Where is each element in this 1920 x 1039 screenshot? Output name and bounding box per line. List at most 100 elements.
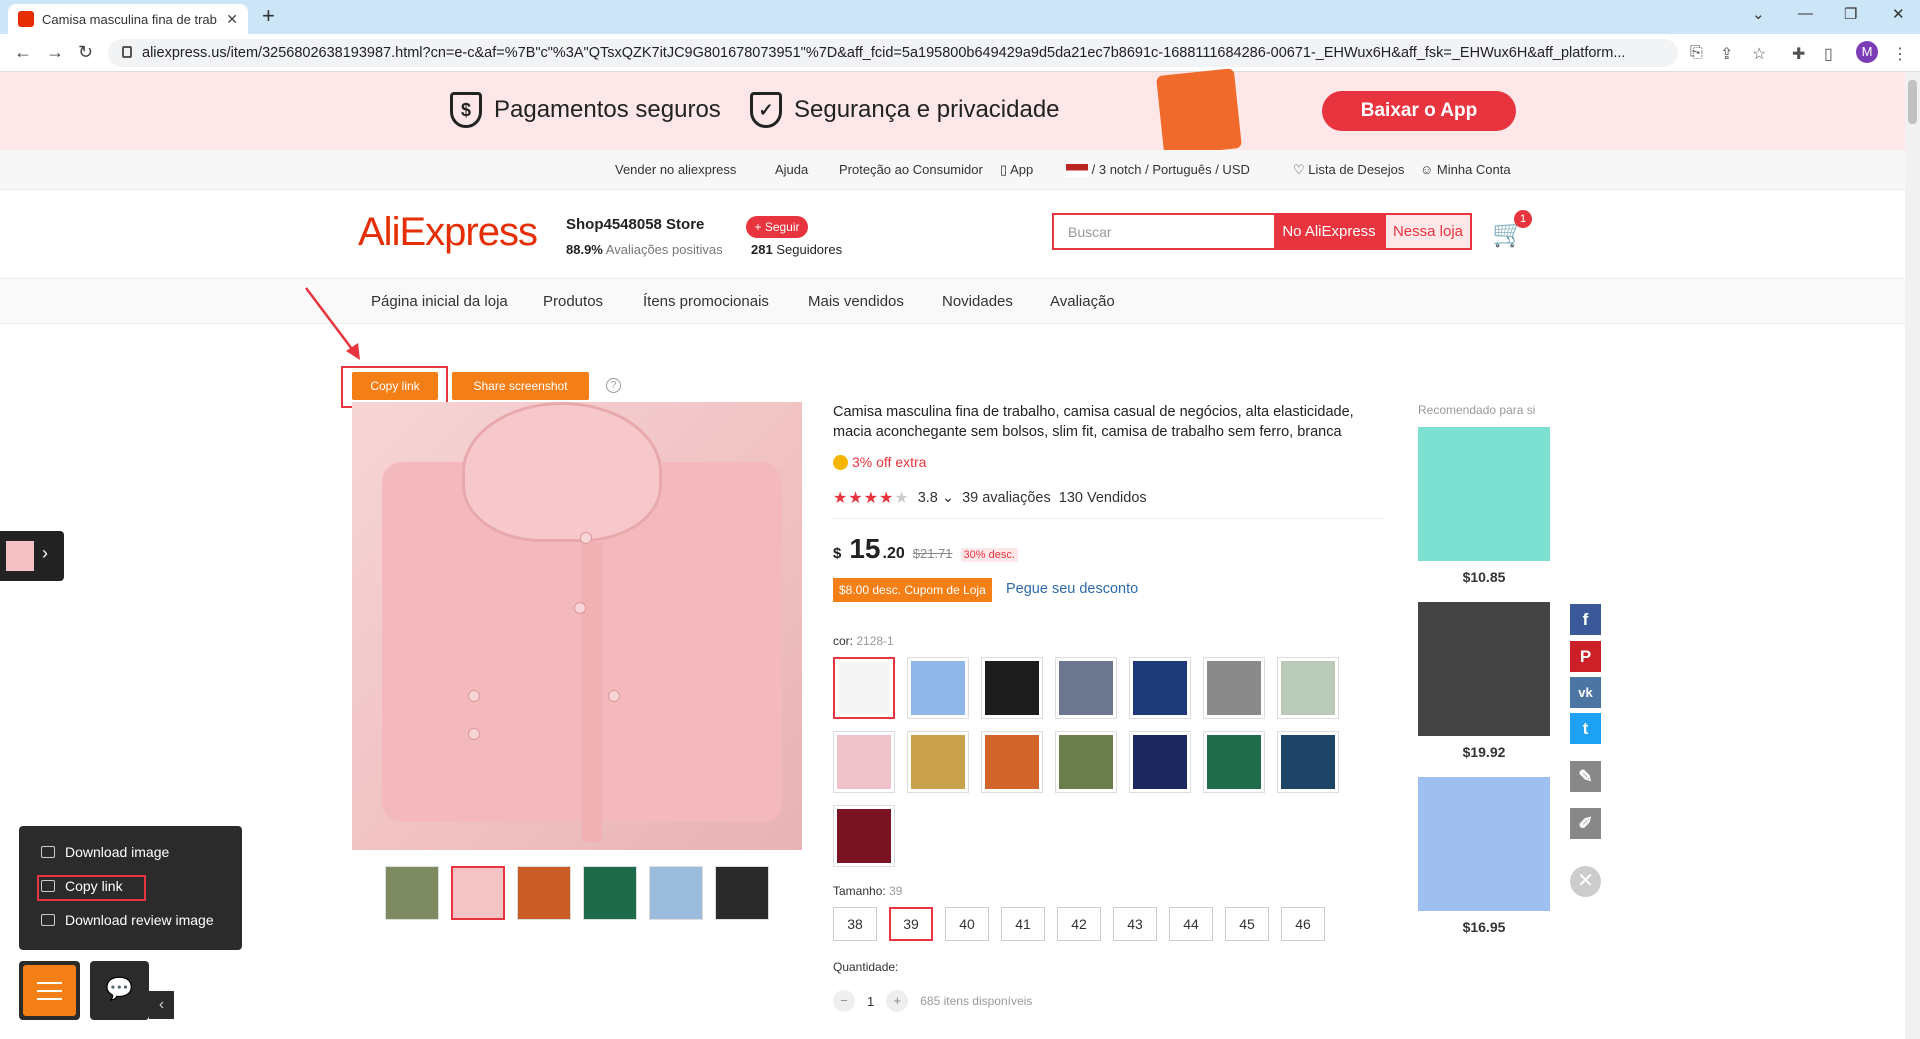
- sidepanel-icon[interactable]: ▯: [1824, 44, 1833, 64]
- main-product-image[interactable]: [352, 402, 802, 850]
- store-name[interactable]: Shop4548058 Store: [566, 216, 704, 233]
- size-option[interactable]: 40: [945, 907, 989, 941]
- color-swatch[interactable]: [1129, 657, 1191, 719]
- nav-store-home[interactable]: Página inicial da loja: [371, 293, 508, 310]
- search-input[interactable]: Buscar: [1052, 213, 1274, 250]
- color-swatch[interactable]: [833, 657, 895, 719]
- app-link[interactable]: ▯ App: [1000, 162, 1033, 178]
- size-option[interactable]: 45: [1225, 907, 1269, 941]
- color-swatch[interactable]: [981, 731, 1043, 793]
- size-option[interactable]: 38: [833, 907, 877, 941]
- nav-promotions[interactable]: Ítens promocionais: [643, 293, 769, 310]
- color-swatch[interactable]: [1055, 731, 1117, 793]
- color-swatch[interactable]: [1129, 731, 1191, 793]
- translate-icon[interactable]: ⎘: [1690, 44, 1703, 62]
- thumbnail[interactable]: [649, 866, 703, 920]
- copy-link-button[interactable]: Copy link: [352, 372, 438, 400]
- collapse-chevron-icon[interactable]: ‹: [149, 991, 174, 1019]
- profile-avatar[interactable]: M: [1856, 41, 1878, 63]
- account-link[interactable]: ☺ Minha Conta: [1420, 162, 1511, 177]
- new-tab-button[interactable]: +: [262, 5, 275, 27]
- reload-icon[interactable]: ↻: [78, 42, 93, 63]
- security-privacy: ✓ Segurança e privacidade: [750, 92, 1060, 128]
- color-swatch[interactable]: [1277, 731, 1339, 793]
- lock-icon[interactable]: [122, 46, 132, 58]
- forward-icon[interactable]: →: [46, 42, 64, 63]
- size-option[interactable]: 46: [1281, 907, 1325, 941]
- rating-value[interactable]: 3.8 ⌄: [918, 490, 954, 506]
- protection-link[interactable]: Proteção ao Consumidor: [839, 162, 983, 177]
- browser-tab[interactable]: Camisa masculina fina de trab ✕: [8, 4, 248, 34]
- qty-plus-button[interactable]: +: [886, 990, 909, 1012]
- nav-reviews[interactable]: Avaliação: [1050, 293, 1115, 310]
- color-swatch[interactable]: [833, 731, 895, 793]
- download-app-button[interactable]: Baixar o App: [1322, 91, 1516, 131]
- reviews-count[interactable]: 39 avaliações: [962, 490, 1051, 506]
- facebook-icon[interactable]: f: [1570, 604, 1601, 635]
- pen-icon[interactable]: ✐: [1570, 808, 1601, 839]
- tab-search-icon[interactable]: ⌄: [1752, 5, 1765, 23]
- follow-button[interactable]: + Seguir: [746, 216, 808, 238]
- sell-link[interactable]: Vender no aliexpress: [615, 162, 736, 177]
- wishlist-link[interactable]: ♡ Lista de Desejos: [1293, 162, 1404, 178]
- expand-chevron-icon[interactable]: ›: [42, 543, 48, 564]
- locale-selector[interactable]: / 3 notch / Português / USD: [1066, 162, 1250, 178]
- twitter-icon[interactable]: t: [1570, 713, 1601, 744]
- recommended-item-image[interactable]: [1418, 427, 1550, 561]
- recommended-item-image[interactable]: [1418, 777, 1550, 911]
- color-swatch[interactable]: [907, 657, 969, 719]
- close-window-icon[interactable]: ✕: [1892, 5, 1905, 23]
- aliexpress-logo[interactable]: AliExpress: [358, 210, 538, 255]
- qty-minus-button[interactable]: −: [833, 990, 855, 1012]
- nav-products[interactable]: Produtos: [543, 293, 603, 310]
- size-option[interactable]: 41: [1001, 907, 1045, 941]
- share-screenshot-button[interactable]: Share screenshot: [452, 372, 589, 400]
- bookmark-star-icon[interactable]: ☆: [1752, 44, 1766, 64]
- thumbnail[interactable]: [583, 866, 637, 920]
- tab-close-icon[interactable]: ✕: [226, 11, 238, 28]
- left-float-panel[interactable]: ›: [0, 531, 64, 581]
- color-swatch[interactable]: [833, 805, 895, 867]
- color-swatch[interactable]: [1055, 657, 1117, 719]
- nav-bestsellers[interactable]: Mais vendidos: [808, 293, 904, 310]
- download-review-item[interactable]: Download review image: [41, 912, 214, 928]
- thumbnail[interactable]: [715, 866, 769, 920]
- size-option[interactable]: 39: [889, 907, 933, 941]
- help-icon[interactable]: ?: [606, 378, 621, 393]
- scrollbar[interactable]: [1905, 72, 1920, 1039]
- qty-value[interactable]: 1: [867, 994, 874, 1009]
- color-swatch[interactable]: [907, 731, 969, 793]
- color-swatch[interactable]: [981, 657, 1043, 719]
- edit-icon[interactable]: ✎: [1570, 761, 1601, 792]
- download-image-item[interactable]: Download image: [41, 844, 169, 860]
- tool-menu-button[interactable]: [19, 961, 80, 1020]
- close-icon[interactable]: ✕: [1570, 866, 1601, 897]
- url-field[interactable]: aliexpress.us/item/3256802638193987.html…: [108, 39, 1678, 67]
- thumbnail[interactable]: [451, 866, 505, 920]
- color-swatch[interactable]: [1277, 657, 1339, 719]
- search-store-button[interactable]: Nessa loja: [1384, 213, 1472, 250]
- size-option[interactable]: 44: [1169, 907, 1213, 941]
- extensions-icon[interactable]: ✚: [1792, 44, 1805, 64]
- color-swatch[interactable]: [1203, 731, 1265, 793]
- nav-new[interactable]: Novidades: [942, 293, 1013, 310]
- thumbnail[interactable]: [385, 866, 439, 920]
- back-icon[interactable]: ←: [14, 42, 32, 63]
- minimize-icon[interactable]: —: [1798, 5, 1813, 22]
- search-aliexpress-button[interactable]: No AliExpress: [1274, 213, 1384, 250]
- recommended-item-image[interactable]: [1418, 602, 1550, 736]
- restore-icon[interactable]: ❐: [1844, 5, 1857, 23]
- browser-menu-icon[interactable]: ⋮: [1892, 44, 1908, 64]
- vk-icon[interactable]: vk: [1570, 677, 1601, 708]
- share-icon[interactable]: ⇪: [1720, 44, 1733, 64]
- help-link[interactable]: Ajuda: [775, 162, 808, 177]
- scrollbar-thumb[interactable]: [1908, 80, 1917, 124]
- size-option[interactable]: 42: [1057, 907, 1101, 941]
- color-swatch[interactable]: [1203, 657, 1265, 719]
- chat-icon[interactable]: 💬: [90, 961, 149, 1020]
- get-coupon-link[interactable]: Pegue seu desconto: [1006, 581, 1138, 597]
- store-coupon-badge[interactable]: $8.00 desc. Cupom de Loja: [833, 578, 992, 602]
- thumbnail[interactable]: [517, 866, 571, 920]
- pinterest-icon[interactable]: P: [1570, 641, 1601, 672]
- size-option[interactable]: 43: [1113, 907, 1157, 941]
